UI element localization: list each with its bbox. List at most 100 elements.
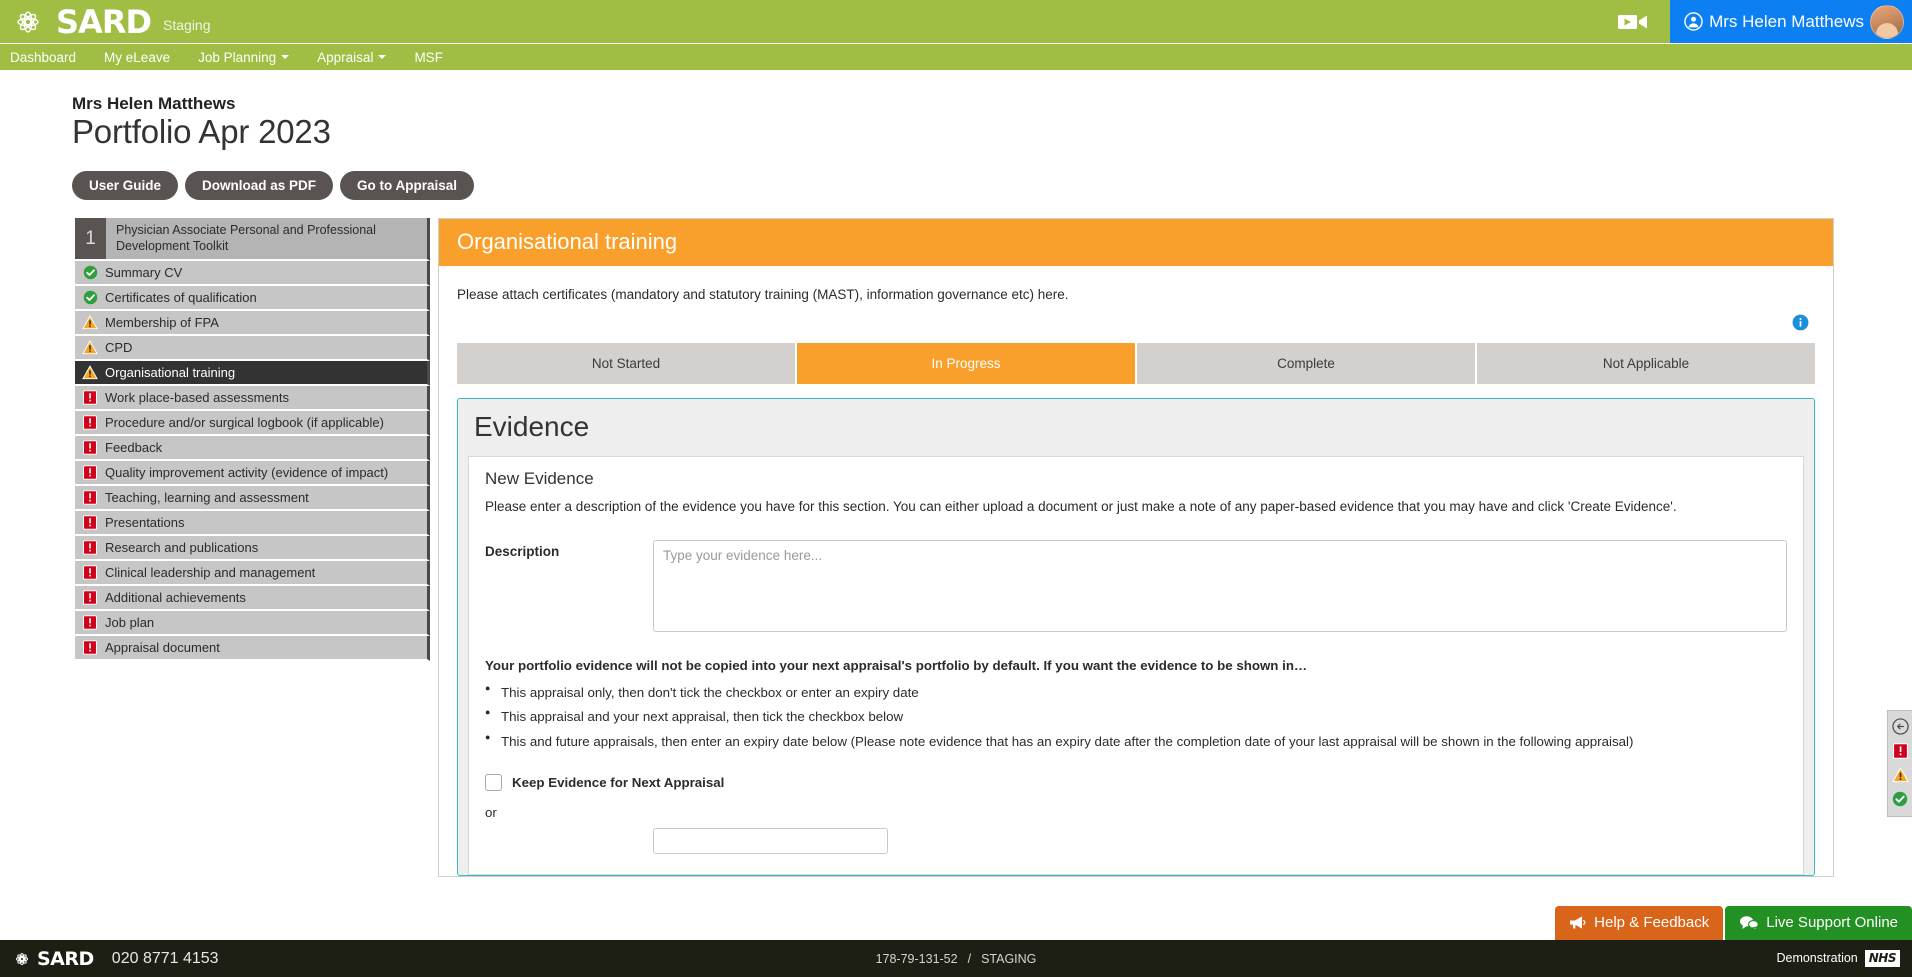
footer-phone: 020 8771 4153 [111,949,219,967]
section-title: Organisational training [439,219,1833,266]
portfolio-sidebar: 1 Physician Associate Personal and Profe… [75,218,430,662]
brand-logo[interactable]: SARD [0,2,152,41]
footer-brand[interactable]: SARD [12,948,94,970]
warning-triangle-icon[interactable] [1891,767,1909,783]
status-legend-widget [1887,710,1912,817]
megaphone-icon [1570,916,1586,929]
status-tab-group: Not Started In Progress Complete Not App… [457,343,1815,384]
sidebar-item-label: Membership of FPA [105,315,219,331]
nav-item-my-eleave[interactable]: My eLeave [104,50,184,65]
sidebar-item-label: Quality improvement activity (evidence o… [105,465,389,481]
sidebar-item-job-plan[interactable]: Job plan [75,611,430,637]
sidebar-item-summary-cv[interactable]: Summary CV [75,261,430,287]
nav-label: Dashboard [10,49,77,65]
status-tab-in-progress[interactable]: In Progress [797,343,1135,384]
list-item: This and future appraisals, then enter a… [485,731,1787,752]
status-tab-not-applicable[interactable]: Not Applicable [1477,343,1815,384]
alert-square-icon[interactable] [1892,743,1908,759]
check-circle-icon [75,265,105,280]
top-header-bar: SARD Staging Mrs Helen Matthews [0,0,1912,43]
alert-square-icon [75,590,105,605]
sidebar-item-certificates-of-qualification[interactable]: Certificates of qualification [75,286,430,312]
sidebar-item-research-and-publications[interactable]: Research and publications [75,536,430,562]
info-circle-icon[interactable] [1792,314,1809,331]
keep-evidence-label: Keep Evidence for Next Appraisal [512,775,725,791]
sidebar-item-toolkit[interactable]: 1 Physician Associate Personal and Profe… [75,218,430,262]
header-right-group: Mrs Helen Matthews [1596,0,1912,43]
live-support-button[interactable]: Live Support Online [1725,906,1912,940]
check-circle-icon[interactable] [1892,791,1908,807]
section-intro-text: Please attach certificates (mandatory an… [457,287,1069,302]
video-camera-icon[interactable] [1596,0,1670,43]
content-split: 1 Physician Associate Personal and Profe… [0,218,1912,878]
warning-triangle-icon [75,365,105,380]
keep-evidence-row: Keep Evidence for Next Appraisal [485,774,1787,792]
avatar[interactable] [1870,4,1904,39]
footer-separator: / [967,951,972,966]
sidebar-item-label: Work place-based assessments [105,390,290,406]
user-guide-button[interactable]: User Guide [72,171,179,200]
sidebar-item-membership-of-fpa[interactable]: Membership of FPA [75,311,430,337]
user-circle-icon [1684,12,1703,31]
sidebar-item-additional-achievements[interactable]: Additional achievements [75,586,430,612]
brand-name: SARD [56,2,152,41]
footer-build-info: 178-79-131-52 / STAGING [876,952,1037,966]
nav-item-appraisal[interactable]: Appraisal [317,50,400,65]
main-content-panel: Organisational training Please attach ce… [438,218,1834,878]
footer-environment: STAGING [981,951,1037,966]
sidebar-item-cpd[interactable]: CPD [75,336,430,362]
page-title: Portfolio Apr 2023 [72,113,331,150]
chevron-down-icon [378,55,387,59]
sidebar-item-teaching-learning-assessment[interactable]: Teaching, learning and assessment [75,486,430,512]
user-menu-button[interactable]: Mrs Helen Matthews [1670,0,1912,43]
sidebar-item-label: Additional achievements [105,590,246,606]
alert-square-icon [75,615,105,630]
nav-label: Appraisal [317,49,374,65]
sidebar-item-clinical-leadership-management[interactable]: Clinical leadership and management [75,561,430,587]
footer-brand-name: SARD [37,947,94,970]
download-pdf-button[interactable]: Download as PDF [185,171,334,200]
sard-flower-icon [16,952,28,965]
nav-item-dashboard[interactable]: Dashboard [10,50,90,65]
status-tab-not-started[interactable]: Not Started [457,343,795,384]
new-evidence-heading: New Evidence [485,469,594,488]
sidebar-item-work-place-based-assessments[interactable]: Work place-based assessments [75,386,430,412]
nav-label: Job Planning [198,49,277,65]
sidebar-item-label: Feedback [105,440,163,456]
sidebar-item-quality-improvement-activity[interactable]: Quality improvement activity (evidence o… [75,461,430,487]
alert-square-icon [75,465,105,480]
page-header: Mrs Helen Matthews Portfolio Apr 2023 Us… [0,94,1912,200]
person-name: Mrs Helen Matthews [72,94,236,113]
keep-evidence-checkbox[interactable] [485,774,502,792]
sidebar-item-procedure-surgical-logbook[interactable]: Procedure and/or surgical logbook (if ap… [75,411,430,437]
nav-item-msf[interactable]: MSF [414,50,457,65]
or-separator: or [485,805,497,821]
sidebar-item-appraisal-document[interactable]: Appraisal document [75,636,430,662]
chat-bubble-icon [1740,915,1759,931]
sidebar-item-label: Summary CV [105,265,183,281]
footer-left-group: SARD 020 8771 4153 [12,948,219,970]
go-to-appraisal-button[interactable]: Go to Appraisal [340,171,475,200]
main-navigation: Dashboard My eLeave Job Planning Apprais… [0,43,1912,70]
expiry-date-input[interactable] [653,828,888,855]
sidebar-section-number: 1 [75,218,106,260]
alert-square-icon [75,565,105,580]
nav-item-job-planning[interactable]: Job Planning [198,50,303,65]
help-feedback-button[interactable]: Help & Feedback [1555,906,1724,940]
sidebar-item-organisational-training[interactable]: Organisational training [75,361,430,387]
alert-square-icon [75,640,105,655]
live-support-label: Live Support Online [1766,914,1898,931]
environment-label: Staging [163,16,211,33]
alert-square-icon [75,390,105,405]
chevron-down-icon [281,55,290,59]
list-item: This appraisal and your next appraisal, … [485,706,1787,727]
sidebar-item-feedback[interactable]: Feedback [75,436,430,462]
evidence-description-input[interactable] [653,539,1787,632]
sidebar-item-presentations[interactable]: Presentations [75,511,430,537]
sidebar-item-label: Research and publications [105,540,259,556]
sard-flower-icon [17,10,39,33]
status-tab-complete[interactable]: Complete [1137,343,1475,384]
alert-square-icon [75,490,105,505]
description-label: Description [485,543,560,559]
back-arrow-circle-icon[interactable] [1891,718,1909,735]
